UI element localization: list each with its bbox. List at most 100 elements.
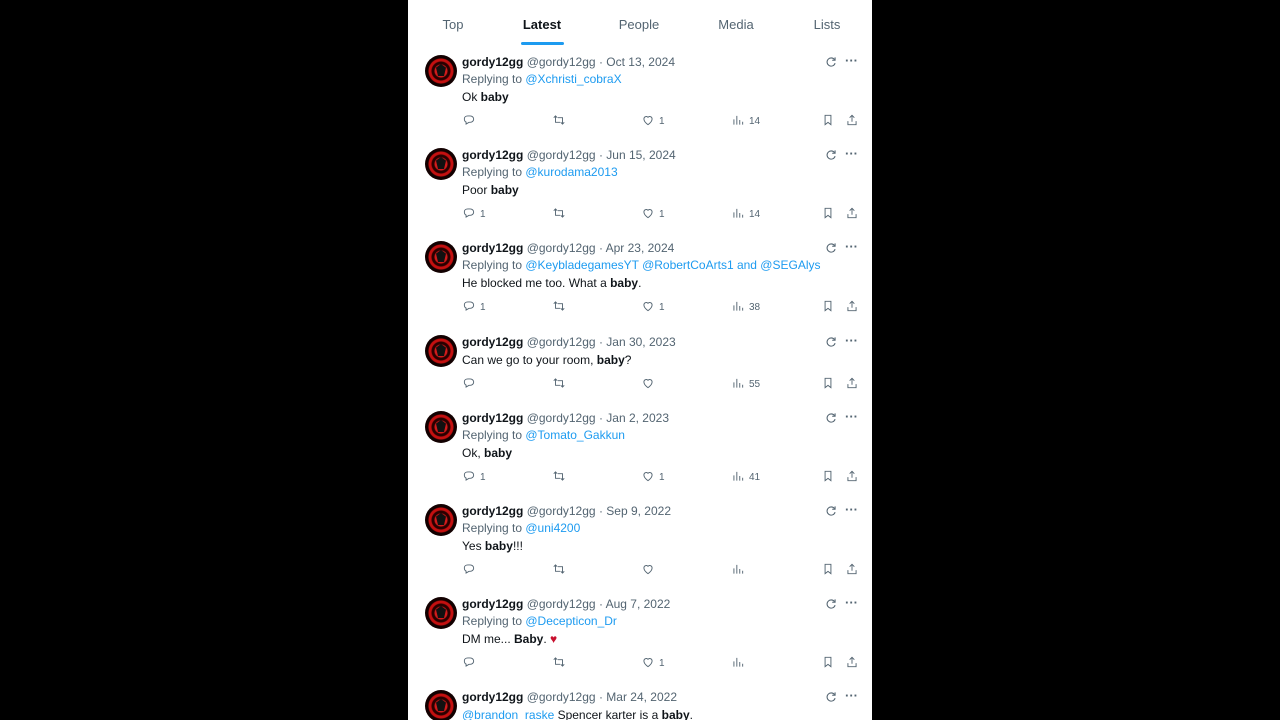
more-icon[interactable]: ··· xyxy=(845,146,859,161)
more-icon[interactable]: ··· xyxy=(845,595,859,610)
tweet-date[interactable]: Sep 9, 2022 xyxy=(606,504,671,518)
author-handle[interactable]: @gordy12gg xyxy=(527,148,596,162)
grok-icon[interactable] xyxy=(824,597,838,611)
like-button[interactable]: 1 xyxy=(641,206,665,223)
reply-mentions[interactable]: @uni4200 xyxy=(525,521,580,535)
retweet-button[interactable] xyxy=(552,655,570,672)
avatar[interactable] xyxy=(425,148,457,180)
author-name[interactable]: gordy12gg xyxy=(462,597,523,611)
more-icon[interactable]: ··· xyxy=(845,502,859,517)
reply-mentions[interactable]: @Xchristi_cobraX xyxy=(525,72,621,86)
bookmark-button[interactable] xyxy=(821,113,835,130)
grok-icon[interactable] xyxy=(824,55,838,69)
tab-media[interactable]: Media xyxy=(718,17,753,32)
avatar[interactable] xyxy=(425,504,457,536)
bookmark-button[interactable] xyxy=(821,655,835,672)
views-button[interactable]: 14 xyxy=(731,113,760,130)
bookmark-button[interactable] xyxy=(821,299,835,316)
views-button[interactable] xyxy=(731,655,749,672)
reply-button[interactable] xyxy=(462,113,480,130)
reply-button[interactable] xyxy=(462,562,480,579)
reply-mentions[interactable]: @kurodama2013 xyxy=(525,165,617,179)
views-button[interactable]: 14 xyxy=(731,206,760,223)
reply-button[interactable] xyxy=(462,655,480,672)
tweet-date[interactable]: Jan 30, 2023 xyxy=(606,335,675,349)
views-button[interactable]: 38 xyxy=(731,299,760,316)
like-button[interactable] xyxy=(641,376,659,393)
tab-latest[interactable]: Latest xyxy=(523,17,561,32)
author-handle[interactable]: @gordy12gg xyxy=(527,597,596,611)
inline-mention[interactable]: @brandon_raske xyxy=(462,708,554,720)
retweet-button[interactable] xyxy=(552,299,570,316)
more-icon[interactable]: ··· xyxy=(845,333,859,348)
like-button[interactable]: 1 xyxy=(641,469,665,486)
more-icon[interactable]: ··· xyxy=(845,53,859,68)
share-button[interactable] xyxy=(845,376,859,393)
views-button[interactable]: 55 xyxy=(731,376,760,393)
tab-people[interactable]: People xyxy=(619,17,659,32)
retweet-button[interactable] xyxy=(552,562,570,579)
tweet-date[interactable]: Apr 23, 2024 xyxy=(606,241,675,255)
bookmark-button[interactable] xyxy=(821,562,835,579)
tweet-date[interactable]: Jan 2, 2023 xyxy=(606,411,669,425)
tweet-date[interactable]: Oct 13, 2024 xyxy=(606,55,675,69)
grok-icon[interactable] xyxy=(824,411,838,425)
tab-top[interactable]: Top xyxy=(443,17,464,32)
share-button[interactable] xyxy=(845,562,859,579)
author-handle[interactable]: @gordy12gg xyxy=(527,335,596,349)
author-name[interactable]: gordy12gg xyxy=(462,55,523,69)
avatar[interactable] xyxy=(425,597,457,629)
author-name[interactable]: gordy12gg xyxy=(462,504,523,518)
grok-icon[interactable] xyxy=(824,504,838,518)
like-button[interactable]: 1 xyxy=(641,655,665,672)
reply-button[interactable]: 1 xyxy=(462,299,486,316)
grok-icon[interactable] xyxy=(824,148,838,162)
author-name[interactable]: gordy12gg xyxy=(462,690,523,704)
avatar[interactable] xyxy=(425,335,457,367)
tweet-date[interactable]: Mar 24, 2022 xyxy=(606,690,677,704)
author-name[interactable]: gordy12gg xyxy=(462,411,523,425)
reply-button[interactable] xyxy=(462,376,480,393)
author-name[interactable]: gordy12gg xyxy=(462,241,523,255)
like-button[interactable]: 1 xyxy=(641,299,665,316)
bookmark-button[interactable] xyxy=(821,469,835,486)
author-name[interactable]: gordy12gg xyxy=(462,335,523,349)
grok-icon[interactable] xyxy=(824,690,838,704)
share-button[interactable] xyxy=(845,469,859,486)
share-button[interactable] xyxy=(845,113,859,130)
author-handle[interactable]: @gordy12gg xyxy=(527,504,596,518)
views-button[interactable]: 41 xyxy=(731,469,760,486)
like-button[interactable]: 1 xyxy=(641,113,665,130)
share-button[interactable] xyxy=(845,655,859,672)
reply-mentions[interactable]: @KeybladegamesYT @RobertCoArts1 and @SEG… xyxy=(525,258,820,272)
tweet-date[interactable]: Aug 7, 2022 xyxy=(606,597,671,611)
grok-icon[interactable] xyxy=(824,241,838,255)
more-icon[interactable]: ··· xyxy=(845,239,859,254)
retweet-button[interactable] xyxy=(552,469,570,486)
reply-mentions[interactable]: @Tomato_Gakkun xyxy=(525,428,625,442)
author-handle[interactable]: @gordy12gg xyxy=(527,690,596,704)
more-icon[interactable]: ··· xyxy=(845,688,859,703)
avatar[interactable] xyxy=(425,690,457,720)
author-handle[interactable]: @gordy12gg xyxy=(527,55,596,69)
tab-lists[interactable]: Lists xyxy=(814,17,841,32)
avatar[interactable] xyxy=(425,241,457,273)
tweet-date[interactable]: Jun 15, 2024 xyxy=(606,148,675,162)
retweet-button[interactable] xyxy=(552,113,570,130)
reply-button[interactable]: 1 xyxy=(462,469,486,486)
more-icon[interactable]: ··· xyxy=(845,409,859,424)
author-handle[interactable]: @gordy12gg xyxy=(527,411,596,425)
share-button[interactable] xyxy=(845,299,859,316)
avatar[interactable] xyxy=(425,55,457,87)
like-button[interactable] xyxy=(641,562,659,579)
bookmark-button[interactable] xyxy=(821,376,835,393)
author-name[interactable]: gordy12gg xyxy=(462,148,523,162)
retweet-button[interactable] xyxy=(552,206,570,223)
author-handle[interactable]: @gordy12gg xyxy=(527,241,596,255)
retweet-button[interactable] xyxy=(552,376,570,393)
views-button[interactable] xyxy=(731,562,749,579)
reply-button[interactable]: 1 xyxy=(462,206,486,223)
share-button[interactable] xyxy=(845,206,859,223)
grok-icon[interactable] xyxy=(824,335,838,349)
reply-mentions[interactable]: @Decepticon_Dr xyxy=(525,614,617,628)
